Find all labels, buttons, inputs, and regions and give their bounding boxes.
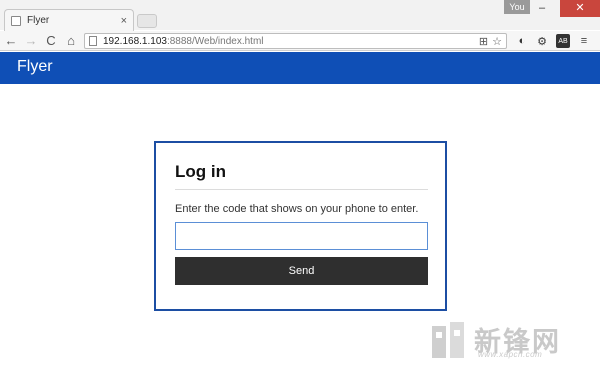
- tab-title: Flyer: [27, 15, 50, 26]
- login-title: Log in: [175, 162, 226, 181]
- url-path: :8888/Web/index.html: [166, 35, 264, 47]
- forward-button[interactable]: →: [22, 32, 40, 50]
- code-input[interactable]: [175, 222, 428, 250]
- close-window-button[interactable]: ✕: [560, 0, 600, 17]
- watermark-logo-icon: [432, 322, 464, 358]
- browser-tab[interactable]: Flyer ×: [4, 9, 134, 31]
- extension-color-icon[interactable]: ◐: [515, 34, 529, 48]
- tab-close-icon[interactable]: ×: [121, 15, 127, 27]
- app-brand[interactable]: Flyer: [17, 58, 53, 76]
- login-card: Log in Enter the code that shows on your…: [154, 141, 447, 311]
- app-header: Flyer: [0, 52, 600, 84]
- browser-toolbar: ← → C ⌂ 192.168.1.103 :8888/Web/index.ht…: [0, 31, 600, 51]
- watermark-url: www.xapcn.com: [478, 350, 543, 359]
- minimize-button[interactable]: –: [531, 0, 553, 17]
- send-button[interactable]: Send: [175, 257, 428, 285]
- profile-button[interactable]: You: [504, 0, 530, 14]
- login-hint: Enter the code that shows on your phone …: [175, 203, 419, 215]
- address-bar[interactable]: 192.168.1.103 :8888/Web/index.html ⊞ ☆: [84, 33, 507, 49]
- divider: [175, 189, 428, 190]
- extension-ab-icon[interactable]: AB: [556, 34, 570, 48]
- watermark: 新锋网 www.xapcn.com: [428, 318, 598, 372]
- reload-button[interactable]: C: [42, 32, 60, 50]
- translate-icon[interactable]: ⊞: [479, 35, 488, 48]
- new-tab-button[interactable]: [137, 14, 157, 28]
- settings-gear-icon[interactable]: ⚙: [535, 34, 549, 48]
- home-button[interactable]: ⌂: [62, 32, 80, 50]
- url-host: 192.168.1.103: [103, 35, 167, 47]
- page-info-icon[interactable]: [89, 36, 97, 46]
- back-button[interactable]: ←: [2, 32, 20, 50]
- menu-icon[interactable]: ≡: [577, 34, 591, 48]
- browser-tabstrip: Flyer × You – □ ✕: [0, 0, 600, 31]
- bookmark-star-icon[interactable]: ☆: [492, 35, 502, 48]
- page-icon: [11, 15, 21, 26]
